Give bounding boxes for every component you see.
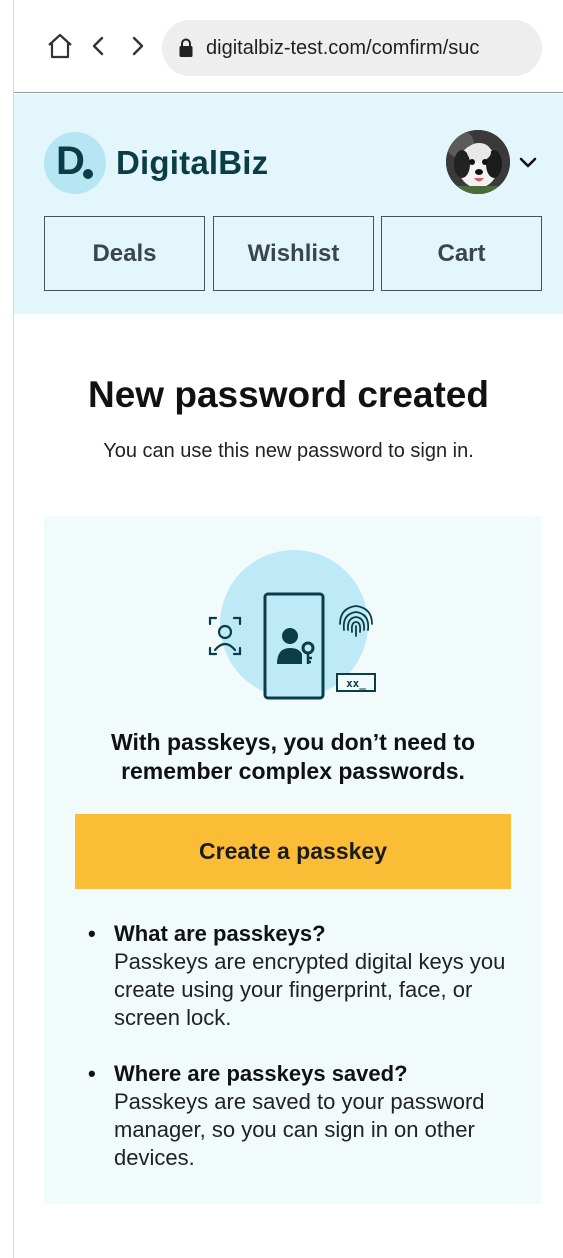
bullet: • [88,1061,96,1086]
phone-user-key-icon [263,592,325,700]
faq-question: What are passkeys? [114,921,326,946]
faq-answer: Passkeys are encrypted digital keys you … [114,949,506,1030]
logo-badge: D [44,132,106,194]
address-bar[interactable]: digitalbiz-test.com/comfirm/suc [162,20,542,76]
url-text: digitalbiz-test.com/comfirm/suc [206,36,480,59]
site-header: D DigitalBiz Deals Wishlist Cart [14,94,563,314]
faq-question: Where are passkeys saved? [114,1061,408,1086]
nav-deals-button[interactable]: Deals [44,216,205,291]
page-title: New password created [88,374,489,415]
passkey-heading: With passkeys, you don’t need to remembe… [110,729,475,784]
passkey-faq-list: • What are passkeys? Passkeys are encryp… [88,920,528,1200]
chevron-down-icon[interactable] [516,150,540,174]
brand-logo[interactable]: D DigitalBiz [44,132,268,194]
nav-wishlist-button[interactable]: Wishlist [213,216,374,291]
page: digitalbiz-test.com/comfirm/suc D Digita… [0,0,563,1258]
logo-letter: D [56,139,85,183]
faq-item: • What are passkeys? Passkeys are encryp… [88,920,528,1032]
svg-text:xx_: xx_ [346,677,366,690]
passkey-panel: xx_ With passkeys, you don’t need to rem… [44,516,542,1204]
password-field-icon: xx_ [336,673,376,692]
nav-cart-button[interactable]: Cart [381,216,542,291]
avatar[interactable] [446,130,510,194]
faq-answer: Passkeys are saved to your password mana… [114,1089,485,1170]
lock-icon [179,38,193,57]
back-arrow-icon[interactable] [82,30,114,62]
brand-name: DigitalBiz [116,144,269,181]
create-passkey-button[interactable]: Create a passkey [75,814,511,889]
faq-item: • Where are passkeys saved? Passkeys are… [88,1060,528,1172]
home-icon[interactable] [44,30,76,62]
passkey-illustration: xx_ [208,550,376,700]
bullet: • [88,921,96,946]
browser-toolbar: digitalbiz-test.com/comfirm/suc [14,0,563,93]
logo-dot [83,169,93,179]
forward-arrow-icon[interactable] [122,30,154,62]
page-subtitle: You can use this new password to sign in… [103,440,474,462]
